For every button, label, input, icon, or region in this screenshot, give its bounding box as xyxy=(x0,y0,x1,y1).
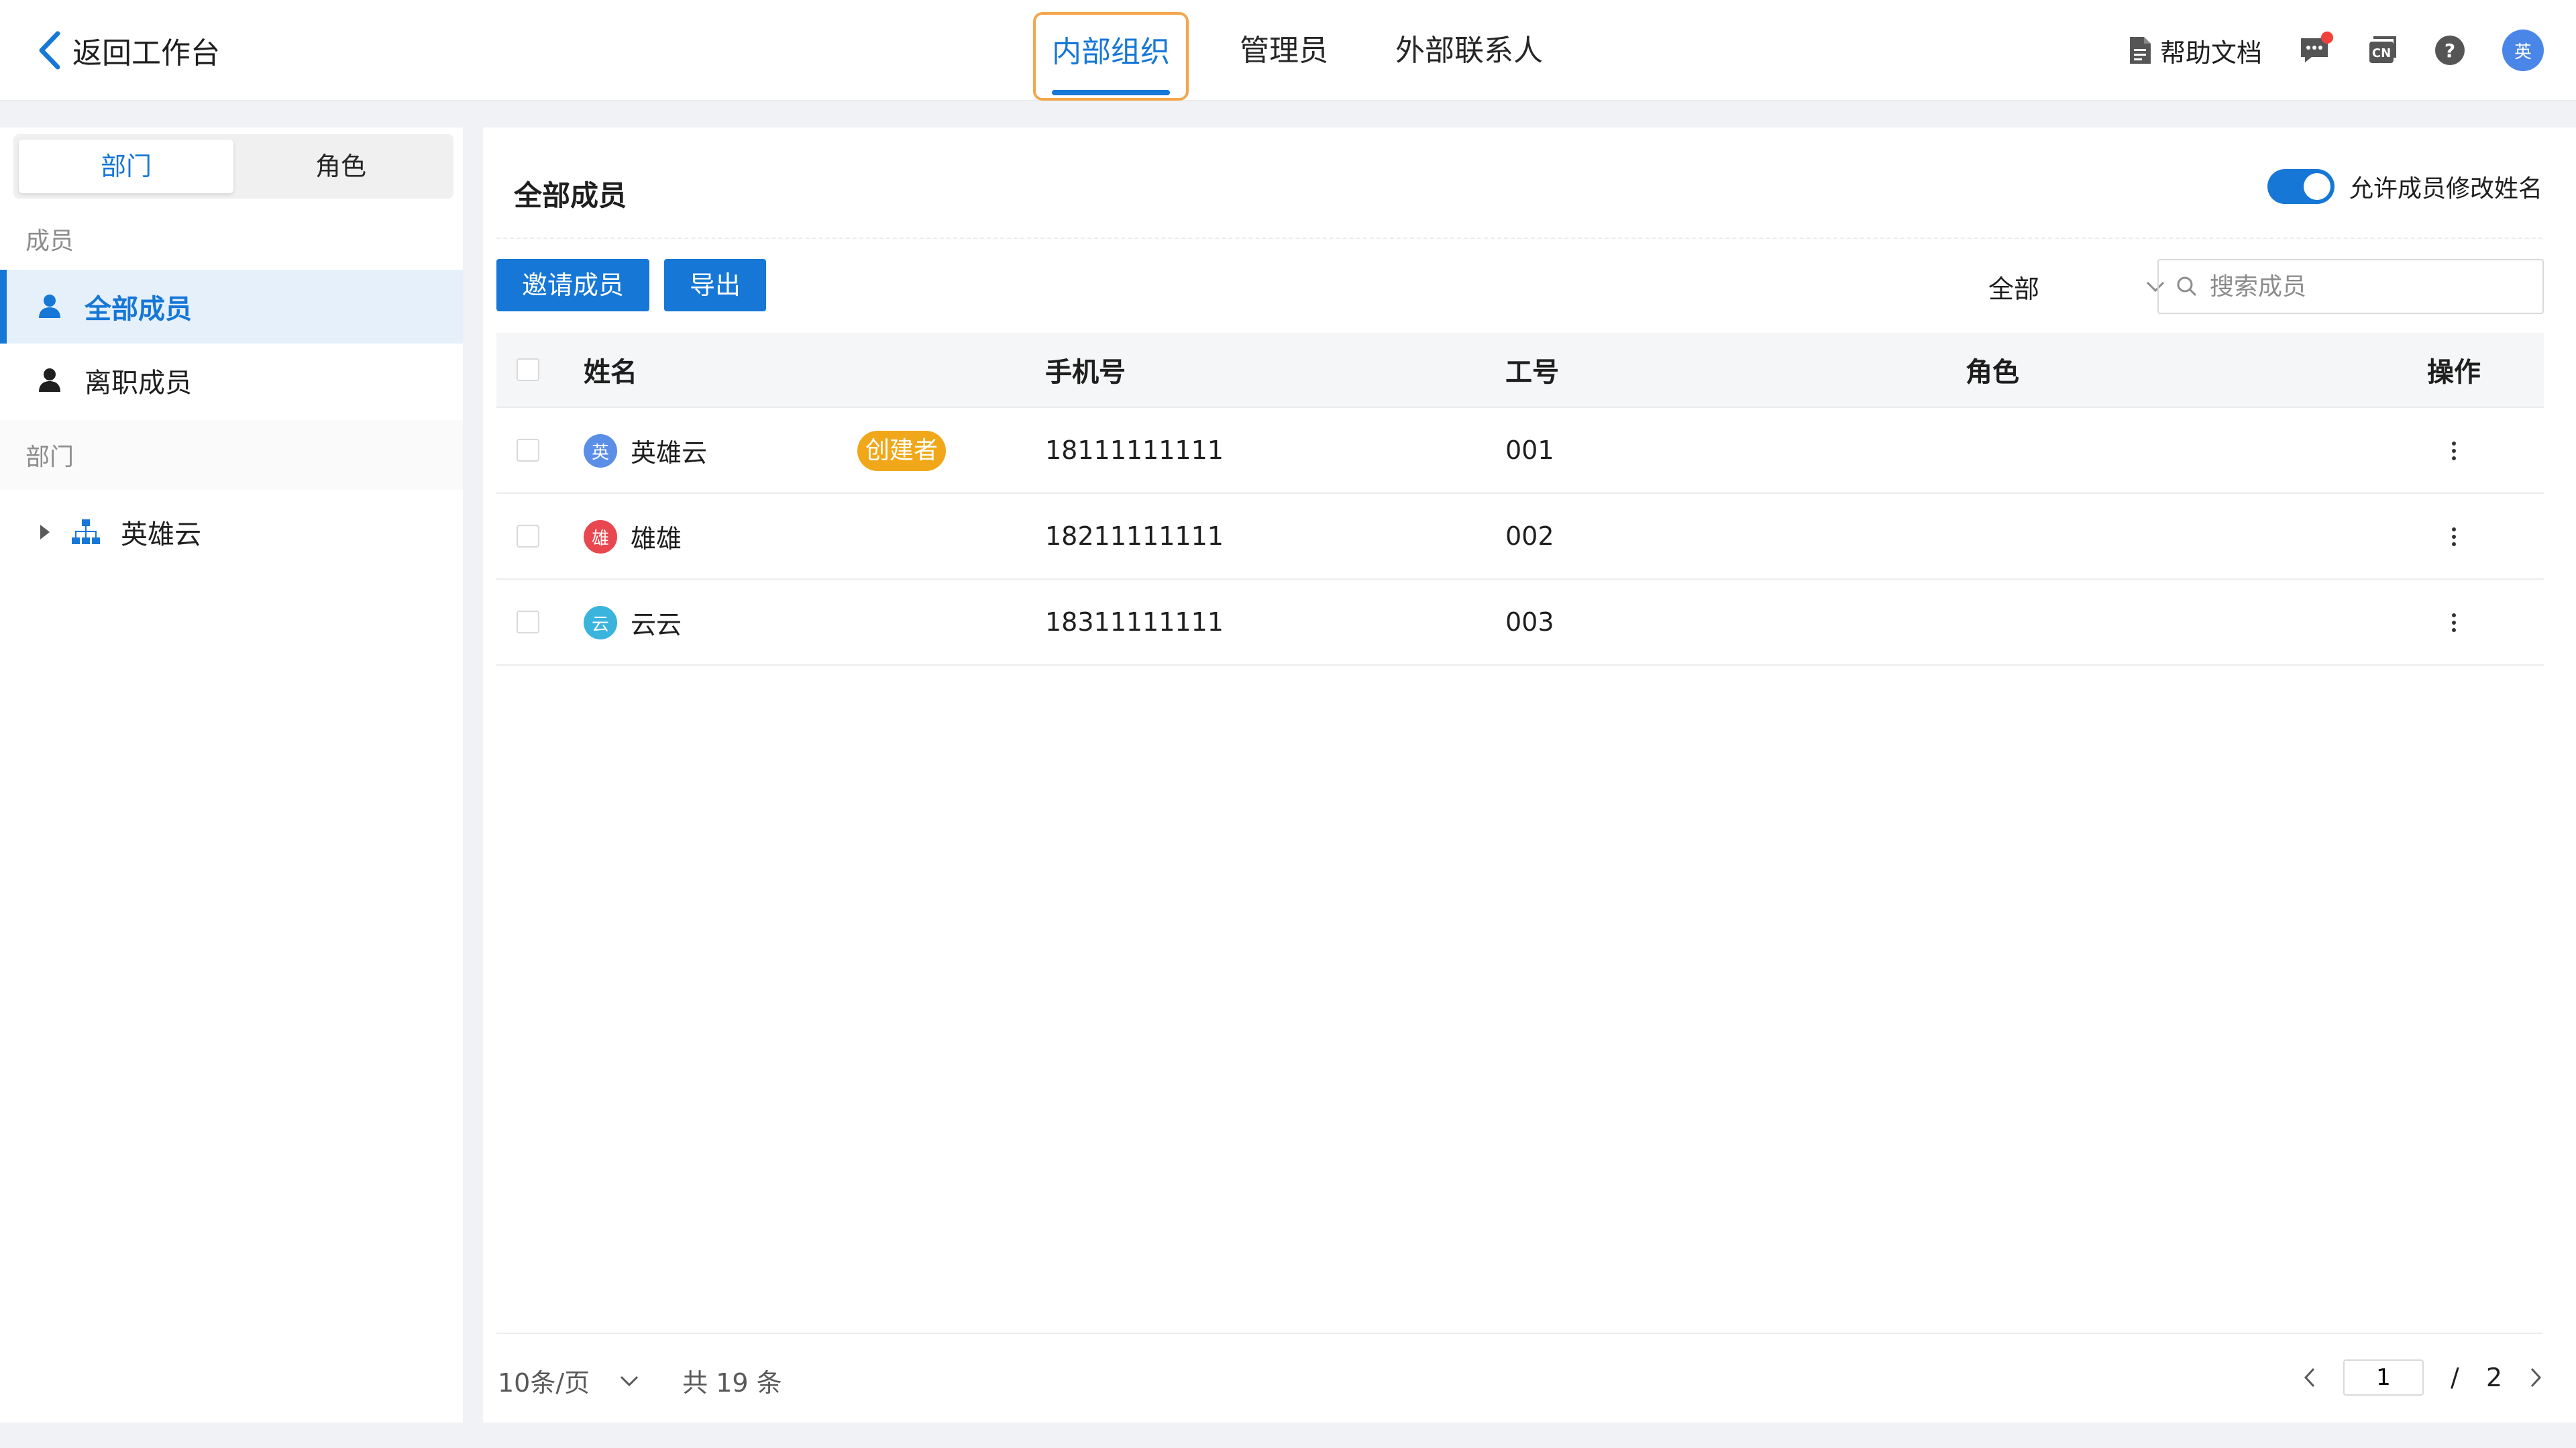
column-header-phone: 手机号 xyxy=(1045,357,1126,388)
tab-administrators[interactable]: 管理员 xyxy=(1224,12,1344,101)
pagination-controls: / 2 xyxy=(2303,1359,2542,1396)
member-phone: 18311111111 xyxy=(1045,607,1224,637)
column-header-name: 姓名 xyxy=(584,357,637,388)
user-icon xyxy=(39,368,60,392)
user-avatar[interactable]: 英 xyxy=(2502,30,2544,71)
page-title: 全部成员 xyxy=(514,179,627,212)
member-name: 英雄云 xyxy=(631,437,708,468)
members-table: 姓名 手机号 工号 角色 操作 英 英雄云 创建者 18111111111 00… xyxy=(496,333,2544,666)
segment-department[interactable]: 部门 xyxy=(19,140,233,193)
pagination-summary: 10条/页 共 19 条 xyxy=(498,1362,782,1399)
table-row[interactable]: 雄 雄雄 18211111111 002 xyxy=(496,494,2544,580)
help-button[interactable]: ? xyxy=(2434,34,2466,66)
departments-heading: 部门 xyxy=(25,444,74,471)
member-avatar: 英 xyxy=(584,434,617,468)
divider xyxy=(496,238,2542,239)
column-header-actions: 操作 xyxy=(2427,357,2481,388)
export-button[interactable]: 导出 xyxy=(664,259,767,311)
more-actions-icon[interactable] xyxy=(2440,431,2467,471)
sidebar-item-all-members[interactable]: 全部成员 xyxy=(0,270,463,344)
chevron-left-icon xyxy=(39,31,60,70)
member-phone: 18211111111 xyxy=(1045,521,1224,551)
main-tabs: 内部组织 管理员 外部联系人 xyxy=(1033,12,1594,101)
page-size-select[interactable]: 10条/页 xyxy=(498,1362,590,1399)
language-switch-button[interactable]: CN xyxy=(2367,35,2398,66)
invite-members-button[interactable]: 邀请成员 xyxy=(496,259,650,311)
filter-value: 全部 xyxy=(1988,274,2040,304)
segment-role[interactable]: 角色 xyxy=(233,140,448,193)
total-count: 共 19 条 xyxy=(682,1368,782,1398)
main-content: 全部成员 允许成员修改姓名 邀请成员 导出 全部 姓名 手机号 工号 角色 操作 xyxy=(483,127,2576,1423)
table-row[interactable]: 云 云云 18311111111 003 xyxy=(496,580,2544,666)
member-name: 云云 xyxy=(631,609,682,639)
question-icon: ? xyxy=(2435,36,2465,65)
department-tree-item-yingxiongyun[interactable]: 英雄云 xyxy=(0,495,463,569)
pagination-divider xyxy=(496,1333,2542,1334)
next-page-icon[interactable] xyxy=(2529,1367,2542,1388)
document-icon xyxy=(2129,37,2151,64)
current-page-input[interactable] xyxy=(2343,1359,2424,1396)
more-actions-icon[interactable] xyxy=(2440,603,2467,643)
column-header-role: 角色 xyxy=(1966,357,2019,388)
help-docs-button[interactable]: 帮助文档 xyxy=(2128,32,2262,69)
search-icon xyxy=(2177,276,2197,297)
sidebar-item-departed-members[interactable]: 离职成员 xyxy=(0,344,463,417)
row-checkbox[interactable] xyxy=(517,439,539,462)
page-separator: / xyxy=(2451,1363,2459,1392)
select-all-checkbox[interactable] xyxy=(517,358,539,381)
help-glyph: ? xyxy=(2445,40,2455,62)
member-name: 雄雄 xyxy=(631,523,682,554)
toggle-knob xyxy=(2303,173,2330,200)
sidebar-item-label: 离职成员 xyxy=(85,368,192,399)
tab-external-contacts[interactable]: 外部联系人 xyxy=(1379,12,1559,101)
member-avatar: 雄 xyxy=(584,520,617,554)
member-employee-id: 001 xyxy=(1505,435,1554,465)
member-employee-id: 003 xyxy=(1505,607,1554,637)
row-checkbox[interactable] xyxy=(517,611,539,633)
sidebar-item-label: 全部成员 xyxy=(85,294,192,325)
help-docs-label: 帮助文档 xyxy=(2159,38,2262,68)
allow-rename-label: 允许成员修改姓名 xyxy=(2349,175,2542,203)
back-label: 返回工作台 xyxy=(72,36,220,70)
messages-button[interactable] xyxy=(2298,32,2333,65)
member-phone: 18111111111 xyxy=(1045,435,1224,465)
chevron-down-icon[interactable] xyxy=(619,1375,639,1387)
caret-right-icon[interactable] xyxy=(39,523,51,541)
sidebar-segmented-control: 部门 角色 xyxy=(13,134,453,199)
more-actions-icon[interactable] xyxy=(2440,517,2467,557)
allow-rename-setting: 允许成员修改姓名 xyxy=(2267,169,2542,204)
header-tools: 帮助文档 CN ? 英 xyxy=(2128,28,2544,72)
user-icon xyxy=(39,295,60,318)
org-chart-icon xyxy=(72,519,100,544)
notification-dot xyxy=(2321,32,2333,44)
table-row[interactable]: 英 英雄云 创建者 18111111111 001 xyxy=(496,408,2544,494)
tab-internal-organization[interactable]: 内部组织 xyxy=(1033,12,1189,101)
language-label: CN xyxy=(2372,46,2391,60)
back-to-workbench-link[interactable]: 返回工作台 xyxy=(38,30,220,71)
member-employee-id: 002 xyxy=(1505,521,1554,551)
department-label: 英雄云 xyxy=(121,519,201,550)
sidebar: 部门 角色 成员 全部成员 离职成员 部门 英雄云 xyxy=(0,127,463,1423)
section-title-members: 成员 xyxy=(25,227,74,255)
language-icon: CN xyxy=(2369,36,2396,63)
allow-rename-toggle[interactable] xyxy=(2267,169,2334,204)
section-title-departments: 部门 xyxy=(0,420,463,490)
previous-page-icon[interactable] xyxy=(2303,1367,2316,1388)
member-filter-select[interactable]: 全部 xyxy=(1972,259,2174,314)
total-pages: 2 xyxy=(2485,1363,2502,1392)
table-header: 姓名 手机号 工号 角色 操作 xyxy=(496,333,2544,408)
creator-badge: 创建者 xyxy=(857,431,947,471)
column-header-employee-id: 工号 xyxy=(1505,357,1559,388)
row-checkbox[interactable] xyxy=(517,525,539,548)
search-box xyxy=(2157,259,2544,314)
member-avatar: 云 xyxy=(584,606,617,639)
top-navigation-bar: 返回工作台 内部组织 管理员 外部联系人 帮助文档 CN ? 英 xyxy=(0,0,2576,101)
search-input[interactable] xyxy=(2210,272,2518,301)
